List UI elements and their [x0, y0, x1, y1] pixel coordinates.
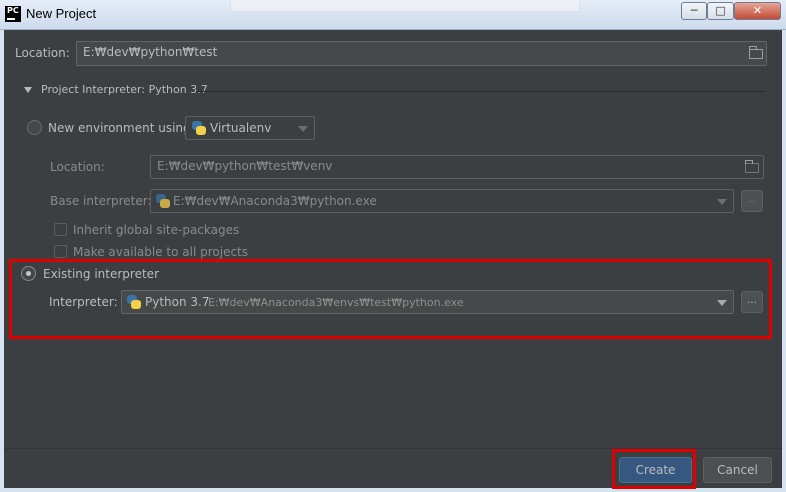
python-icon — [156, 194, 170, 208]
venv-location-label: Location: — [50, 160, 105, 174]
location-value: E:₩dev₩python₩test — [83, 45, 218, 59]
existing-interpreter-label[interactable]: Existing interpreter — [43, 267, 159, 281]
location-label: Location: — [15, 46, 70, 60]
minimize-button[interactable]: ─ — [681, 2, 707, 20]
background-window-fragment — [230, 0, 580, 12]
environment-tool-value: Virtualenv — [210, 121, 272, 135]
base-interpreter-value: E:₩dev₩Anaconda3₩python.exe — [173, 194, 377, 208]
interpreter-section-title[interactable]: Project Interpreter: Python 3.7 — [41, 83, 208, 96]
location-field[interactable]: E:₩dev₩python₩test — [76, 41, 767, 66]
collapse-triangle-icon[interactable] — [24, 87, 32, 93]
venv-location-value: E:₩dev₩python₩test₩venv — [157, 159, 333, 173]
existing-interpreter-radio[interactable] — [21, 266, 36, 281]
cancel-button[interactable]: Cancel — [703, 457, 772, 483]
chevron-down-icon — [717, 199, 727, 205]
close-button[interactable]: ✕ — [734, 2, 781, 20]
section-divider — [196, 91, 766, 92]
base-interpreter-label: Base interpreter: — [50, 194, 152, 208]
pycharm-app-icon: PC — [5, 6, 21, 22]
interpreter-browse-button[interactable]: ... — [741, 291, 763, 313]
inherit-packages-label: Inherit global site-packages — [73, 223, 240, 237]
inherit-packages-checkbox — [54, 223, 67, 236]
make-available-label: Make available to all projects — [73, 245, 249, 259]
new-environment-label[interactable]: New environment using — [48, 121, 191, 135]
chevron-down-icon — [298, 126, 308, 132]
venv-location-field: E:₩dev₩python₩test₩venv — [150, 155, 764, 179]
chevron-down-icon — [717, 300, 727, 306]
python-icon — [192, 121, 206, 135]
create-button[interactable]: Create — [619, 457, 692, 483]
interpreter-name: Python 3.7 — [145, 295, 210, 309]
folder-icon[interactable] — [749, 46, 763, 59]
environment-tool-dropdown[interactable]: Virtualenv — [185, 116, 315, 140]
window-title: New Project — [26, 6, 97, 21]
new-environment-radio[interactable] — [27, 120, 42, 135]
make-available-checkbox — [54, 245, 67, 258]
maximize-button[interactable]: □ — [707, 2, 734, 20]
interpreter-label: Interpreter: — [49, 295, 118, 309]
base-interpreter-browse-button: ... — [741, 190, 763, 212]
venv-folder-icon — [745, 160, 759, 173]
python-icon — [127, 295, 141, 309]
base-interpreter-dropdown: E:₩dev₩Anaconda3₩python.exe — [150, 189, 734, 213]
interpreter-dropdown[interactable]: Python 3.7 E:₩dev₩Anaconda3₩envs₩test₩py… — [121, 290, 734, 314]
interpreter-path: E:₩dev₩Anaconda3₩envs₩test₩python.exe — [208, 296, 464, 309]
